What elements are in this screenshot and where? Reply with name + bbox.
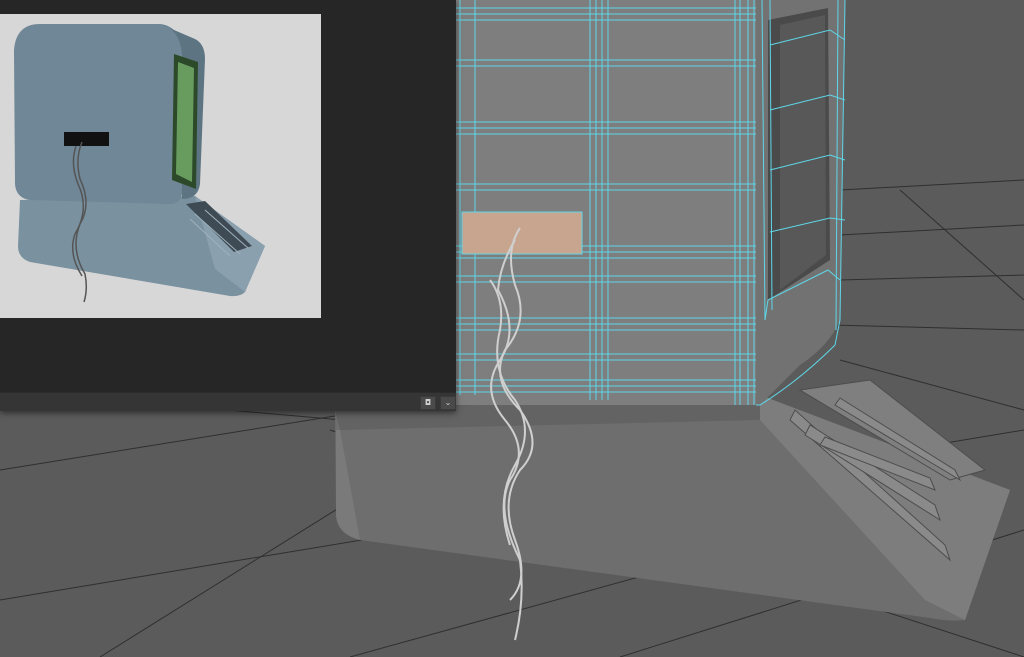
camera-icon: ◘	[424, 398, 432, 407]
snapshot-button[interactable]: ◘	[420, 396, 436, 410]
render-view-panel: ◘ ⌄	[0, 0, 456, 411]
rendered-model	[14, 24, 265, 303]
monitor-label	[461, 211, 583, 255]
render-options-dropdown[interactable]: ⌄	[440, 396, 456, 410]
render-preview-image	[0, 14, 321, 318]
3d-viewport[interactable]: ◘ ⌄	[0, 0, 1024, 657]
render-panel-footer: ◘ ⌄	[0, 392, 456, 411]
chevron-down-icon: ⌄	[444, 398, 452, 407]
monitor-body	[456, 0, 845, 405]
